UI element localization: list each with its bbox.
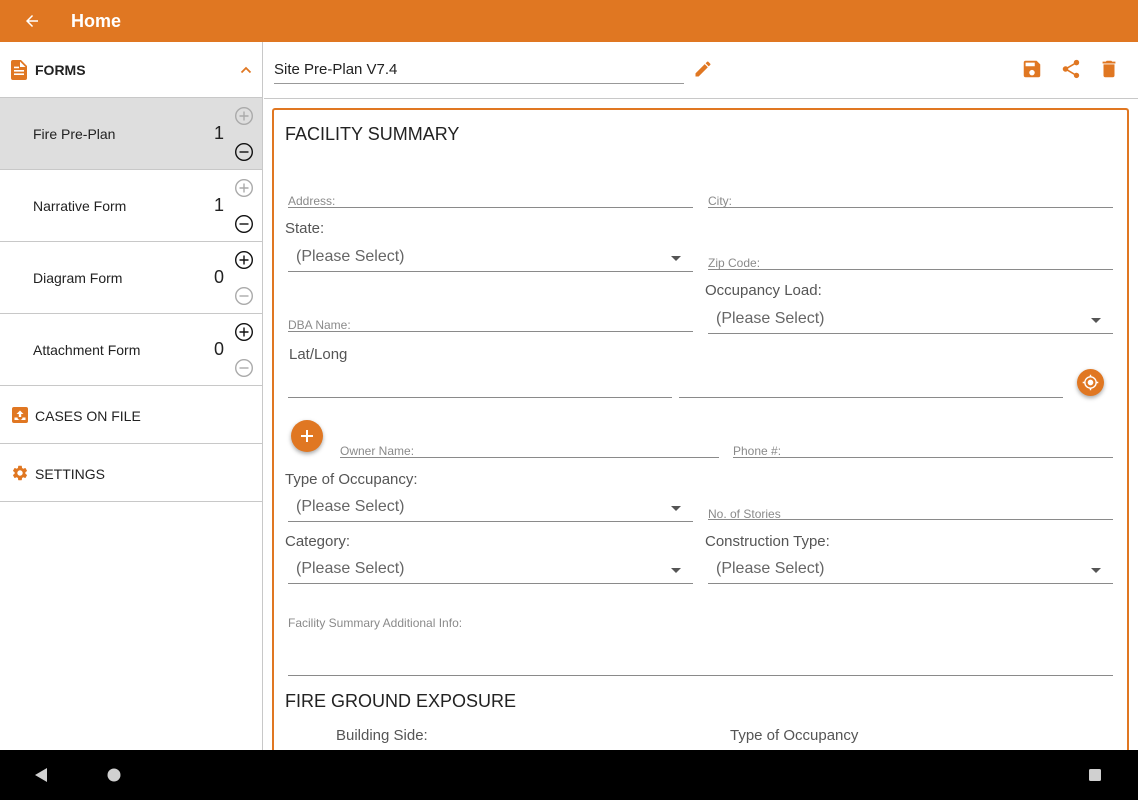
inbox-upload-icon [12,407,28,423]
construction-type-select-value: (Please Select) [716,560,825,577]
form-count: 1 [213,123,224,143]
fire-ground-exposure-heading: FIRE GROUND EXPOSURE [285,691,517,711]
sidebar-item-cases-on-file[interactable]: CASES ON FILE [0,386,262,444]
nav-recents-icon[interactable] [1088,768,1102,782]
form-count: 1 [213,195,224,215]
sidebar-item-narrative-form[interactable]: Narrative Form 1 [0,170,262,242]
form-name: Attachment Form [33,342,141,358]
add-circle-icon[interactable] [234,178,254,198]
dropdown-arrow-icon [671,256,681,261]
type-of-occupancy-select[interactable]: (Please Select) [288,496,693,522]
document-icon [11,60,27,80]
dropdown-arrow-icon [671,506,681,511]
state-select-value: (Please Select) [296,248,405,265]
address-field[interactable] [288,180,693,208]
cases-on-file-label: CASES ON FILE [35,408,141,424]
additional-info-label: Facility Summary Additional Info: [288,616,463,630]
form-count: 0 [213,267,224,287]
app-title: Home [71,11,122,31]
app-root: Home FORMS Fire Pre-Plan 1 Narrative For… [0,0,1138,800]
category-select[interactable]: (Please Select) [288,558,693,584]
owner-name-field[interactable] [340,430,719,458]
system-navigation-bar [0,750,1138,800]
form-name: Narrative Form [33,198,127,214]
form-card: FACILITY SUMMARY Address: City: State: (… [272,108,1129,768]
settings-label: SETTINGS [35,466,106,482]
occupancy-load-select[interactable]: (Please Select) [708,308,1113,334]
arrow-left-icon[interactable] [20,9,44,33]
exposure-type-of-occupancy-label: Type of Occupancy [730,727,859,744]
building-side-label: Building Side: [336,727,428,744]
sidebar-item-fire-pre-plan[interactable]: Fire Pre-Plan 1 [0,98,262,170]
nav-back-icon[interactable] [34,767,49,783]
gear-icon [12,465,28,481]
sidebar-item-diagram-form[interactable]: Diagram Form 0 [0,242,262,314]
dropdown-arrow-icon [671,568,681,573]
sidebar-item-attachment-form[interactable]: Attachment Form 0 [0,314,262,386]
zip-code-field[interactable] [708,242,1113,270]
dropdown-arrow-icon [1091,318,1101,323]
form-count: 0 [213,339,224,359]
additional-info-field[interactable] [288,634,1113,676]
state-label: State: [285,220,325,237]
plus-icon [301,430,313,442]
remove-circle-icon[interactable] [234,142,254,162]
trash-icon[interactable] [1098,58,1120,80]
add-circle-icon[interactable] [234,106,254,126]
type-of-occupancy-select-value: (Please Select) [296,498,405,515]
construction-type-select[interactable]: (Please Select) [708,558,1113,584]
remove-circle-icon[interactable] [234,214,254,234]
facility-summary-heading: FACILITY SUMMARY [285,124,460,144]
form-title-input[interactable]: Site Pre-Plan V7.4 [274,58,684,84]
city-field[interactable] [708,180,1113,208]
construction-type-label: Construction Type: [705,533,830,550]
latitude-field[interactable] [288,370,672,398]
share-icon[interactable] [1060,58,1082,80]
add-owner-button[interactable] [291,420,323,452]
forms-section-header[interactable]: FORMS [0,42,262,98]
nav-home-icon[interactable] [106,767,122,783]
form-name: Fire Pre-Plan [33,126,116,142]
add-circle-icon[interactable] [234,250,254,270]
sidebar-item-settings[interactable]: SETTINGS [0,444,262,502]
occupancy-load-label: Occupancy Load: [705,282,822,299]
save-icon[interactable] [1021,58,1043,80]
remove-circle-icon[interactable] [234,286,254,306]
state-select[interactable]: (Please Select) [288,246,693,272]
form-toolbar: Site Pre-Plan V7.4 [264,42,1138,99]
sidebar: FORMS Fire Pre-Plan 1 Narrative Form 1 D… [0,42,263,750]
forms-section-label: FORMS [35,62,86,78]
chevron-up-icon[interactable] [238,62,254,78]
occupancy-load-select-value: (Please Select) [716,310,825,327]
phone-field[interactable] [733,430,1113,458]
pencil-icon[interactable] [693,59,713,79]
dba-name-field[interactable] [288,304,693,332]
remove-circle-icon[interactable] [234,358,254,378]
type-of-occupancy-label: Type of Occupancy: [285,471,418,488]
add-circle-icon[interactable] [234,322,254,342]
app-bar: Home [0,0,1138,42]
crosshair-icon [1082,374,1099,391]
stories-field[interactable] [708,492,1113,520]
category-select-value: (Please Select) [296,560,405,577]
category-label: Category: [285,533,351,550]
dropdown-arrow-icon [1091,568,1101,573]
gps-location-button[interactable] [1077,369,1104,396]
longitude-field[interactable] [679,370,1063,398]
form-name: Diagram Form [33,270,123,286]
lat-long-label: Lat/Long [289,346,348,363]
